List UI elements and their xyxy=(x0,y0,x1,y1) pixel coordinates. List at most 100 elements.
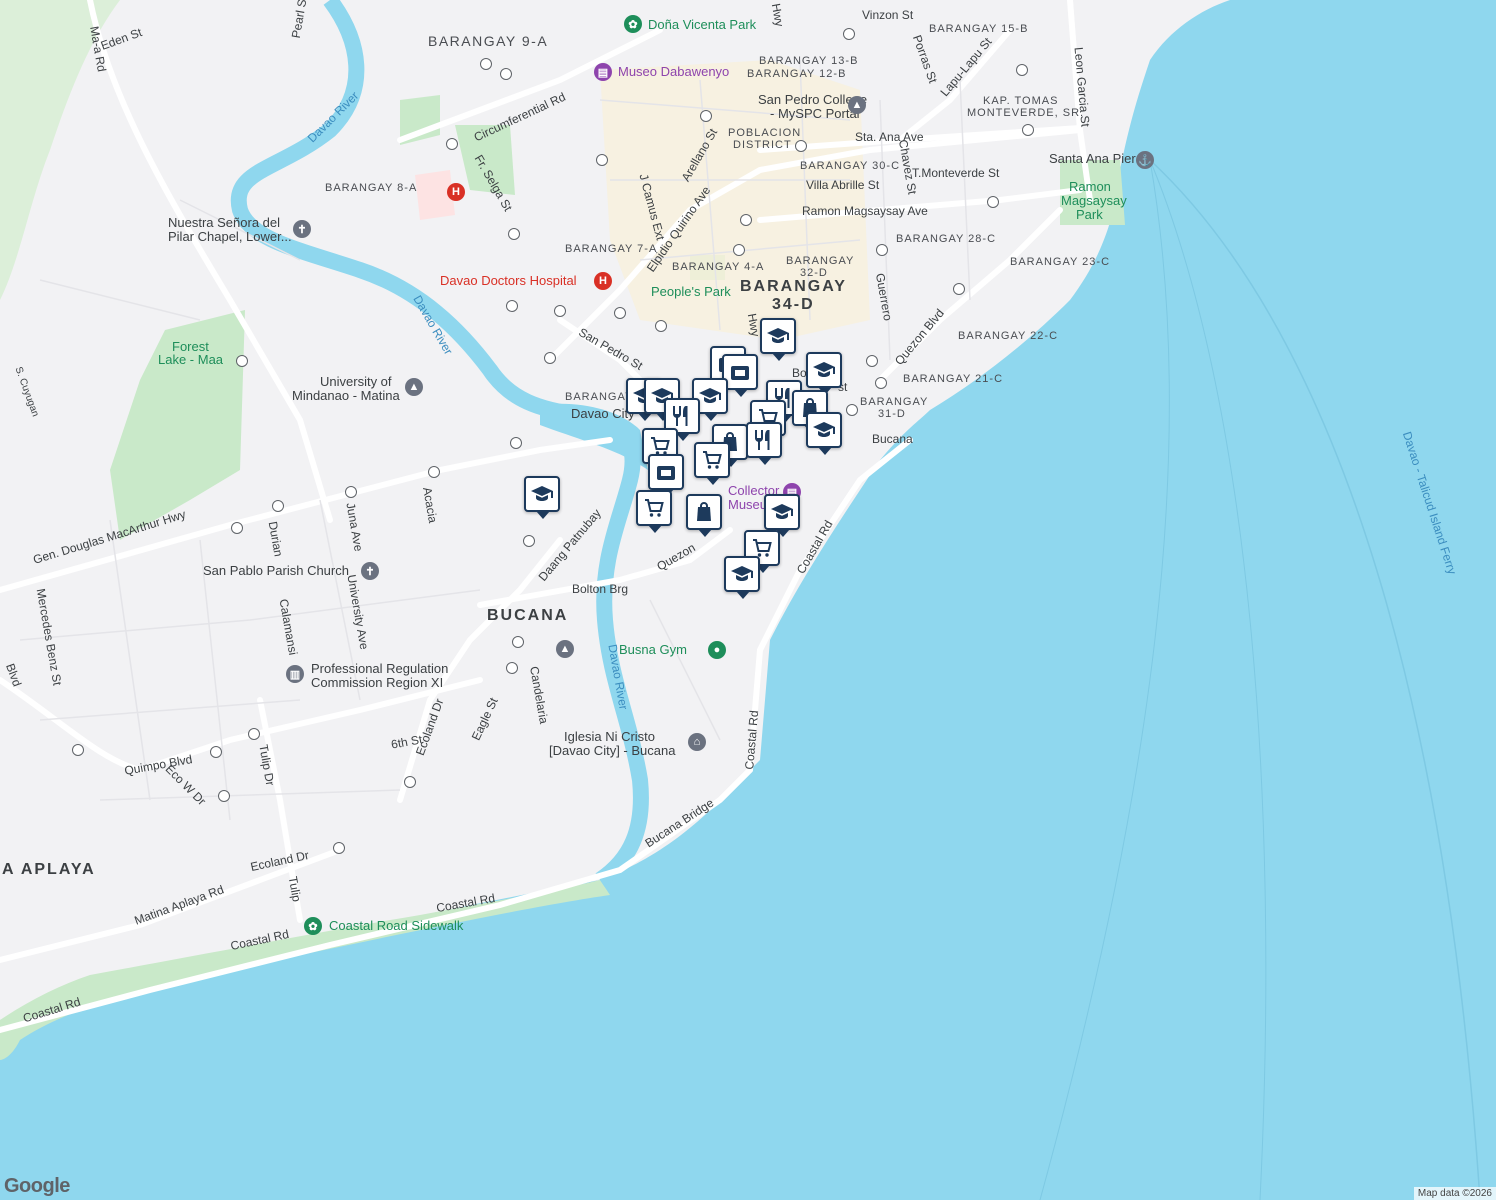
poi-label[interactable]: Pilar Chapel, Lower... xyxy=(168,230,292,244)
poi-label[interactable]: Coastal Road Sidewalk xyxy=(329,919,463,933)
bus-stop-icon[interactable] xyxy=(218,790,230,802)
area-label: 31-D xyxy=(878,408,906,420)
gym-marker-icon[interactable]: ● xyxy=(708,641,726,659)
poi-label[interactable]: San Pablo Parish Church xyxy=(203,564,349,578)
bus-stop-icon[interactable] xyxy=(506,662,518,674)
bus-stop-icon[interactable] xyxy=(512,636,524,648)
poi-label[interactable]: Santa Ana Pier xyxy=(1049,152,1136,166)
bus-stop-icon[interactable] xyxy=(333,842,345,854)
government-marker-icon[interactable]: ▥ xyxy=(286,665,304,683)
poi-label[interactable]: Nuestra Señora del xyxy=(168,216,280,230)
church-marker-icon[interactable]: ✝ xyxy=(293,220,311,238)
bus-stop-icon[interactable] xyxy=(795,140,807,152)
bus-stop-icon[interactable] xyxy=(843,28,855,40)
park-marker-icon[interactable]: ✿ xyxy=(304,917,322,935)
road-label: Bucana xyxy=(872,432,913,446)
school-pin[interactable] xyxy=(524,476,560,519)
bus-stop-icon[interactable] xyxy=(510,437,522,449)
school-marker-icon[interactable]: ▲ xyxy=(848,96,866,114)
poi-label[interactable]: Doña Vicenta Park xyxy=(648,18,756,32)
poi-label[interactable]: Ramon xyxy=(1069,180,1111,194)
bus-stop-icon[interactable] xyxy=(866,355,878,367)
school-pin[interactable] xyxy=(806,412,842,455)
area-label: BARANGAY 7-A xyxy=(565,243,658,255)
poi-label[interactable]: University of xyxy=(320,375,392,389)
map-attribution[interactable]: Map data ©2026 xyxy=(1413,1187,1496,1200)
park-marker-icon[interactable]: ✿ xyxy=(624,15,642,33)
bus-stop-icon[interactable] xyxy=(523,535,535,547)
shopping-cart-icon xyxy=(703,451,722,469)
bus-stop-icon[interactable] xyxy=(733,244,745,256)
school-marker-icon[interactable]: ▲ xyxy=(405,378,423,396)
church-marker-icon[interactable]: ✝ xyxy=(361,562,379,580)
bus-stop-icon[interactable] xyxy=(846,404,858,416)
area-label-big: BARANGAY xyxy=(740,278,847,295)
bus-stop-icon[interactable] xyxy=(953,283,965,295)
bus-stop-icon[interactable] xyxy=(248,728,260,740)
hospital-marker-icon[interactable]: H xyxy=(447,183,465,201)
poi-label[interactable]: Davao Doctors Hospital xyxy=(440,274,577,288)
church-marker-icon[interactable]: ⌂ xyxy=(688,733,706,751)
bus-stop-icon[interactable] xyxy=(508,228,520,240)
bus-stop-icon[interactable] xyxy=(876,244,888,256)
poi-label[interactable]: Museo Dabawenyo xyxy=(618,65,729,79)
area-label: BARANGAY 9-A xyxy=(428,33,549,49)
school-pin[interactable] xyxy=(724,556,760,599)
map-canvas[interactable]: BARANGAY 9-A BARANGAY 15-B BARANGAY 13-B… xyxy=(0,0,1496,1200)
bus-stop-icon[interactable] xyxy=(404,776,416,788)
bus-stop-icon[interactable] xyxy=(596,154,608,166)
hospital-marker-icon[interactable]: H xyxy=(594,272,612,290)
poi-label[interactable]: Park xyxy=(1076,208,1103,222)
store-pin[interactable] xyxy=(648,454,684,497)
pier-marker-icon[interactable]: ⚓ xyxy=(1136,151,1154,169)
bus-stop-icon[interactable] xyxy=(1022,124,1034,136)
museum-marker-icon[interactable]: ▤ xyxy=(594,63,612,81)
area-label: BARANGAY 28-C xyxy=(896,233,997,245)
poi-label[interactable]: Iglesia Ni Cristo xyxy=(564,730,655,744)
area-label: BARANGAY xyxy=(565,391,634,403)
bus-stop-icon[interactable] xyxy=(236,355,248,367)
poi-label[interactable]: Professional Regulation xyxy=(311,662,448,676)
school-pin[interactable] xyxy=(806,352,842,395)
restaurant-pin[interactable] xyxy=(746,422,782,465)
bus-stop-icon[interactable] xyxy=(428,466,440,478)
bus-stop-icon[interactable] xyxy=(554,305,566,317)
road-label: Bolton Brg xyxy=(572,582,629,596)
bus-stop-icon[interactable] xyxy=(614,307,626,319)
poi-label[interactable]: Commission Region XI xyxy=(311,676,443,690)
bus-stop-icon[interactable] xyxy=(875,377,887,389)
poi-label[interactable]: Busna Gym xyxy=(619,643,687,657)
bus-stop-icon[interactable] xyxy=(987,196,999,208)
area-label: BARANGAY 21-C xyxy=(903,373,1004,385)
bus-stop-icon[interactable] xyxy=(345,486,357,498)
bus-stop-icon[interactable] xyxy=(446,138,458,150)
store-icon xyxy=(657,466,675,480)
poi-label[interactable]: Mindanao - Matina xyxy=(292,389,400,403)
poi-label[interactable]: People's Park xyxy=(651,285,731,299)
bus-stop-icon[interactable] xyxy=(210,746,222,758)
school-pin[interactable] xyxy=(764,494,800,537)
shopping-bag-pin[interactable] xyxy=(686,494,722,537)
bus-stop-icon[interactable] xyxy=(740,214,752,226)
shopping-cart-pin[interactable] xyxy=(694,442,730,485)
bus-stop-icon[interactable] xyxy=(500,68,512,80)
bus-stop-icon[interactable] xyxy=(272,500,284,512)
minor-road-5 xyxy=(199,539,231,821)
area-label: BARANGAY 15-B xyxy=(929,23,1029,35)
bus-stop-icon[interactable] xyxy=(231,522,243,534)
bus-stop-icon[interactable] xyxy=(1016,64,1028,76)
school-pin[interactable] xyxy=(760,318,796,361)
bus-stop-icon[interactable] xyxy=(655,320,667,332)
bus-stop-icon[interactable] xyxy=(480,58,492,70)
shopping-cart-pin[interactable] xyxy=(636,490,672,533)
poi-label[interactable]: [Davao City] - Bucana xyxy=(549,744,675,758)
bus-stop-icon[interactable] xyxy=(506,300,518,312)
poi-label[interactable]: Magsaysay xyxy=(1061,194,1127,208)
poi-label[interactable]: Lake - Maa xyxy=(158,353,223,367)
area-label-big: BUCANA xyxy=(487,607,569,624)
school-marker-icon[interactable]: ▲ xyxy=(556,640,574,658)
bus-stop-icon[interactable] xyxy=(700,110,712,122)
bus-stop-icon[interactable] xyxy=(544,352,556,364)
bus-stop-icon[interactable] xyxy=(72,744,84,756)
poi-label[interactable]: - MySPC Portal xyxy=(770,107,860,121)
